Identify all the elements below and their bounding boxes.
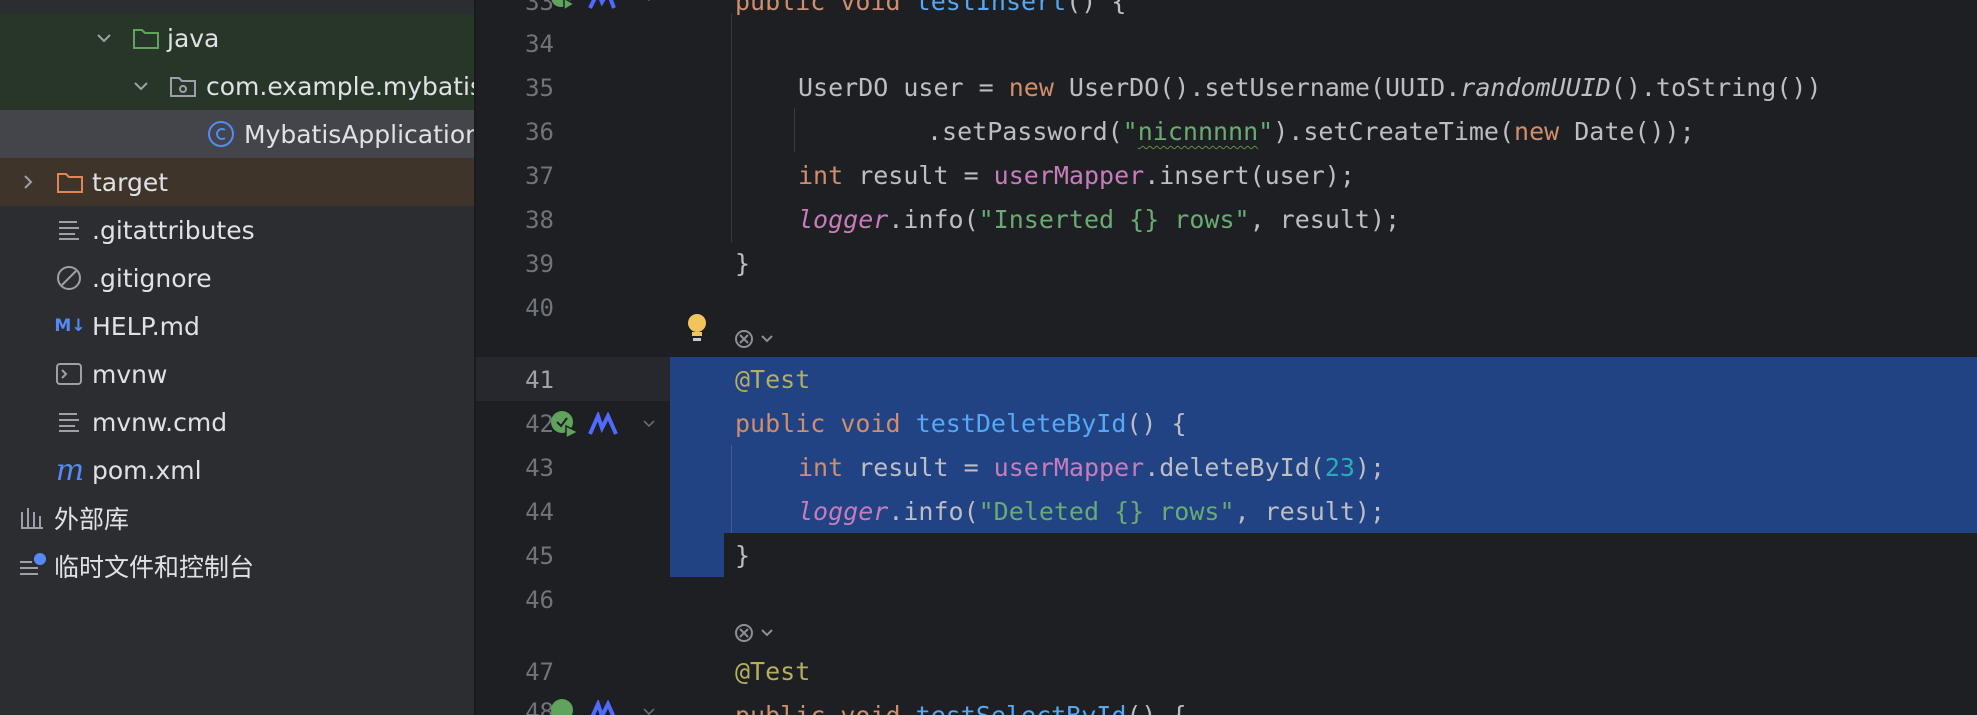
code-line-42: public void testDeleteById() {: [735, 409, 1187, 438]
tree-item-label: pom.xml: [92, 455, 202, 485]
tree-item-label: 外部库: [54, 505, 130, 534]
text-file-icon: [55, 216, 83, 244]
tree-item-help-md[interactable]: M↓ HELP.md: [0, 302, 474, 350]
class-icon: [206, 119, 236, 149]
code-line-36: .setPassword("nicnnnnn").setCreateTime(n…: [927, 117, 1695, 146]
chevron-down-icon[interactable]: [131, 76, 151, 96]
scratches-icon: [18, 552, 48, 580]
tree-item-label: MybatisApplication: [244, 119, 474, 149]
line-number: 34: [525, 30, 554, 58]
tree-item-pom-xml[interactable]: m pom.xml: [0, 446, 474, 494]
tree-item-mvnw[interactable]: mvnw: [0, 350, 474, 398]
tree-item-label: java: [167, 23, 220, 53]
tree-item-label: mvnw: [92, 359, 168, 389]
tree-item-java[interactable]: java: [0, 14, 474, 62]
code-line-39: }: [735, 249, 751, 278]
tree-item-package[interactable]: com.example.mybatis: [0, 62, 474, 110]
code-line-41: @Test: [735, 365, 811, 394]
tree-item-external-libraries[interactable]: 外部库: [0, 494, 474, 542]
markdown-icon: M↓: [54, 316, 86, 336]
code-line-35: UserDO user = new UserDO().setUsername(U…: [798, 73, 1822, 102]
shell-script-icon: [55, 360, 83, 388]
inlay-hint-icon[interactable]: [734, 622, 778, 648]
chevron-down-icon[interactable]: [94, 28, 114, 48]
lightbulb-icon[interactable]: [684, 312, 710, 350]
tree-item-mvnw-cmd[interactable]: mvnw.cmd: [0, 398, 474, 446]
tree-item-label: 临时文件和控制台: [54, 553, 255, 582]
project-tree-panel: java com.example.mybatis MybatisApplicat…: [0, 0, 474, 715]
tree-item-label: target: [92, 167, 169, 197]
chevron-right-icon[interactable]: [18, 172, 38, 192]
code-line-45: }: [735, 541, 751, 570]
code-line-37: int result = userMapper.insert(user);: [798, 161, 1355, 190]
code-line-43: int result = userMapper.deleteById(23);: [798, 453, 1386, 482]
tree-item-label: mvnw.cmd: [92, 407, 228, 437]
text-file-icon: [55, 408, 83, 436]
line-number: 46: [525, 586, 554, 614]
folder-icon: [55, 167, 85, 197]
folder-icon: [131, 23, 161, 53]
inlay-hint-icon[interactable]: [734, 328, 778, 354]
code-line-38: logger.info("Inserted {} rows", result);: [798, 205, 1401, 234]
code-line-33: public void testInsert() {: [735, 0, 1127, 16]
package-icon: [168, 71, 198, 101]
code-line-47: @Test: [735, 657, 811, 686]
tree-item-label: .gitignore: [92, 263, 212, 293]
tree-item-label: .gitattributes: [92, 215, 255, 245]
maven-icon: m: [55, 452, 85, 488]
tree-item-mybatis-application[interactable]: MybatisApplication: [0, 110, 474, 158]
library-icon: [18, 504, 46, 532]
code-line-48: public void testSelectById() {: [476, 694, 1977, 715]
tree-item-label: HELP.md: [92, 311, 200, 341]
tree-item-target[interactable]: target: [0, 158, 474, 206]
tree-item-scratches-and-consoles[interactable]: 临时文件和控制台: [0, 542, 474, 590]
tree-item-label: com.example.mybatis: [206, 71, 474, 101]
line-number: 40: [525, 294, 554, 322]
tree-item-gitattributes[interactable]: .gitattributes: [0, 206, 474, 254]
code-line-44: logger.info("Deleted {} rows", result);: [798, 497, 1386, 526]
ignore-file-icon: [55, 264, 83, 292]
tree-item-gitignore[interactable]: .gitignore: [0, 254, 474, 302]
code-editor[interactable]: 33 34 35 36 37 38 39 40 41 42 43 44 45 4…: [476, 0, 1977, 715]
